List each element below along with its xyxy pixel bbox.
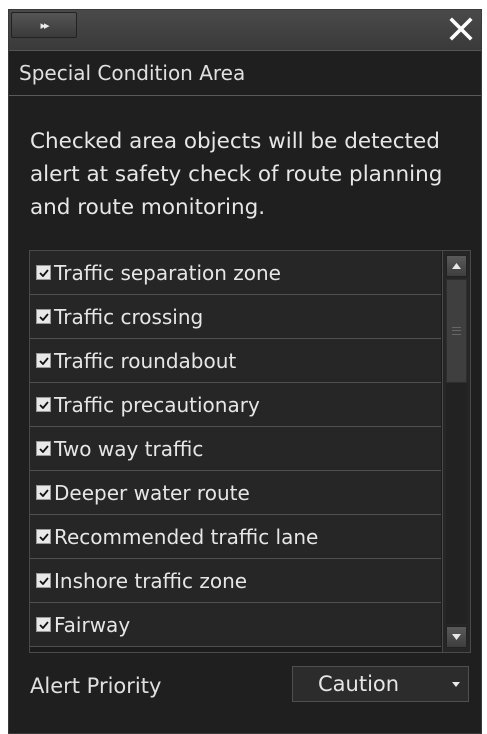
- panel-title: Special Condition Area: [9, 51, 481, 96]
- checkbox[interactable]: [36, 617, 51, 632]
- checkmark-icon: [38, 444, 49, 453]
- area-object-list: Traffic separation zone Traffic crossing T…: [29, 250, 471, 653]
- description-text: Checked area objects will be detected al…: [30, 129, 443, 220]
- checkmark-icon: [38, 620, 49, 629]
- checkbox[interactable]: [36, 309, 51, 324]
- checkmark-icon: [38, 400, 49, 409]
- scroll-thumb[interactable]: [446, 279, 467, 383]
- list-item-label: Traffic separation zone: [54, 260, 281, 285]
- checkbox[interactable]: [36, 529, 51, 544]
- list-item[interactable]: Inshore traffic zone: [30, 559, 441, 603]
- area-object-list-items: Traffic separation zone Traffic crossing T…: [30, 251, 441, 652]
- arrow-up-icon: [452, 263, 461, 269]
- chevron-down-icon: [444, 681, 468, 687]
- arrow-down-icon: [452, 634, 461, 640]
- list-scrollbar[interactable]: [442, 251, 470, 652]
- checkmark-icon: [38, 532, 49, 541]
- titlebar: ▸▸: [9, 10, 481, 51]
- checkbox[interactable]: [36, 485, 51, 500]
- special-condition-area-panel: ▸▸ Special Condition Area Checked area o…: [8, 9, 482, 734]
- list-item-label: Recommended traffic lane: [54, 524, 319, 549]
- list-item-label: Traffic crossing: [54, 304, 204, 329]
- scroll-track[interactable]: [446, 279, 467, 624]
- list-item-label: Traffic precautionary: [54, 392, 260, 417]
- checkmark-icon: [38, 576, 49, 585]
- double-chevron-right-icon: ▸▸: [40, 18, 49, 32]
- checkmark-icon: [38, 356, 49, 365]
- collapse-button[interactable]: ▸▸: [11, 12, 77, 38]
- checkmark-icon: [38, 312, 49, 321]
- list-item[interactable]: Recommended traffic lane: [30, 515, 441, 559]
- checkmark-icon: [38, 488, 49, 497]
- list-item-label: Two way traffic: [54, 436, 204, 461]
- close-icon: [449, 17, 473, 41]
- list-item[interactable]: Traffic precautionary: [30, 383, 441, 427]
- list-item-label: Traffic roundabout: [54, 348, 237, 373]
- scroll-down-button[interactable]: [446, 626, 467, 648]
- list-item-label: Inshore traffic zone: [54, 568, 248, 593]
- checkbox[interactable]: [36, 397, 51, 412]
- list-item[interactable]: Two way traffic: [30, 427, 441, 471]
- checkmark-icon: [38, 268, 49, 277]
- list-item[interactable]: Traffic separation zone: [30, 251, 441, 295]
- list-item-label: Fairway: [54, 612, 131, 637]
- checkbox[interactable]: [36, 265, 51, 280]
- checkbox[interactable]: [36, 441, 51, 456]
- close-button[interactable]: [443, 12, 479, 46]
- scroll-up-button[interactable]: [446, 255, 467, 277]
- list-item-label: Deeper water route: [54, 480, 250, 505]
- alert-priority-dropdown[interactable]: Caution: [292, 666, 469, 702]
- grip-icon: [452, 327, 461, 335]
- alert-priority-label: Alert Priority: [30, 674, 162, 698]
- checkbox[interactable]: [36, 353, 51, 368]
- alert-priority-value: Caution: [318, 672, 400, 696]
- list-item[interactable]: Traffic roundabout: [30, 339, 441, 383]
- checkbox[interactable]: [36, 573, 51, 588]
- list-item[interactable]: Traffic crossing: [30, 295, 441, 339]
- list-item[interactable]: Fairway: [30, 603, 441, 647]
- list-item[interactable]: Deeper water route: [30, 471, 441, 515]
